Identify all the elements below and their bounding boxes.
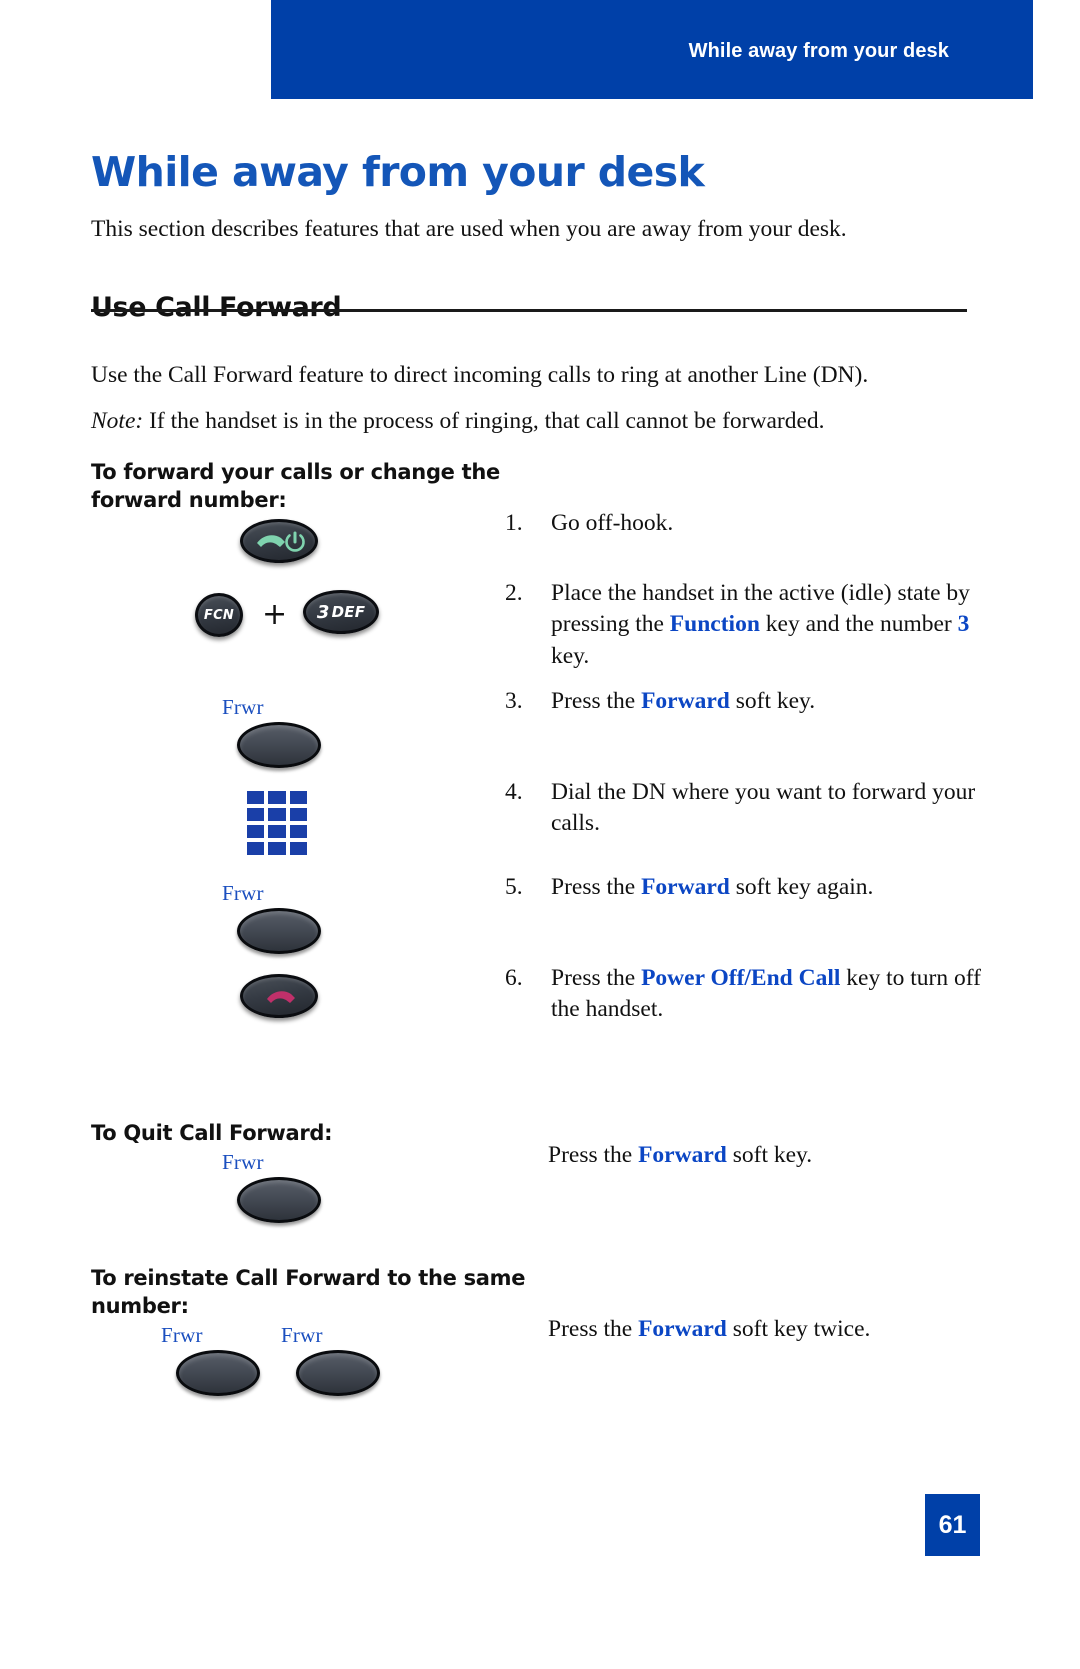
keypad-cell	[289, 842, 307, 855]
emphasis-text: Function	[669, 611, 760, 638]
plain-text: soft key twice.	[726, 1316, 871, 1342]
soft-key-icon-reinstate-second	[296, 1350, 380, 1396]
section-paragraph: Use the Call Forward feature to direct i…	[91, 361, 869, 388]
page-number: 61	[938, 1510, 967, 1539]
def-key-number: 3	[316, 601, 330, 623]
emphasis-text: Forward	[638, 1142, 727, 1168]
def-key-letters: DEF	[331, 603, 366, 621]
keypad-cell	[289, 808, 307, 821]
keypad-cell	[247, 791, 265, 804]
step-number: 6.	[505, 965, 523, 991]
soft-key-icon-reinstate-first	[176, 1350, 260, 1396]
dial-keypad-icon	[247, 791, 307, 855]
power-off-end-call-key-icon	[240, 974, 318, 1018]
step-item: 5. Press the Forward soft key again.	[505, 872, 983, 903]
plain-text: soft key again.	[729, 874, 874, 900]
plain-text: Go off-hook.	[551, 510, 674, 536]
step-text: Place the handset in the active (idle) s…	[551, 578, 983, 672]
function-key-icon: FCN	[195, 593, 243, 637]
plain-text: Press the	[548, 1142, 639, 1168]
keypad-cell	[268, 808, 286, 821]
soft-key-icon-step5	[237, 908, 321, 954]
step-number: 1.	[505, 510, 523, 536]
step-text: Press the Forward soft key again.	[551, 872, 983, 903]
step-number: 4.	[505, 779, 523, 805]
section-heading-use-call-forward: Use Call Forward	[91, 292, 342, 324]
keypad-cell	[289, 825, 307, 838]
subheading-reinstate-call-forward: To reinstate Call Forward to the same nu…	[91, 1266, 526, 1319]
page-number-badge: 61	[925, 1494, 980, 1556]
function-key-label: FCN	[203, 607, 235, 623]
step-item: 3. Press the Forward soft key.	[505, 686, 983, 717]
step-text: Go off-hook.	[551, 508, 983, 539]
subheading-forward-calls: To forward your calls or change the forw…	[91, 460, 500, 513]
plain-text: Press the	[551, 688, 642, 714]
step-item: 6. Press the Power Off/End Call key to t…	[505, 963, 983, 1026]
step-number: 2.	[505, 580, 523, 606]
subheading-quit-call-forward: To Quit Call Forward:	[91, 1121, 333, 1145]
note-label: Note:	[91, 407, 144, 434]
plain-text: soft key.	[726, 1142, 813, 1168]
note-text: If the handset is in the process of ring…	[143, 407, 825, 434]
step-item: 1. Go off-hook.	[505, 508, 983, 539]
step-number: 3.	[505, 688, 523, 714]
reinstate-instruction: Press the Forward soft key twice.	[548, 1314, 998, 1345]
plain-text: Press the	[548, 1316, 639, 1342]
keypad-cell	[268, 825, 286, 838]
softkey-label-reinstate-second: Frwr	[281, 1323, 323, 1347]
def-key-caption: 3 DEF	[306, 593, 376, 631]
softkey-label-step5: Frwr	[222, 881, 264, 905]
step-text: Press the Forward soft key.	[551, 686, 983, 717]
emphasis-text: Power Off/End Call	[641, 965, 841, 991]
note-paragraph: Note: If the handset is in the process o…	[91, 406, 981, 437]
plain-text: key and the number	[759, 611, 958, 638]
emphasis-text: Forward	[641, 688, 730, 714]
softkey-label-quit: Frwr	[222, 1150, 264, 1174]
step-number: 5.	[505, 874, 523, 900]
keypad-cell	[289, 791, 307, 804]
soft-key-icon-quit	[237, 1177, 321, 1223]
emphasis-text: Forward	[641, 874, 730, 900]
plain-text: Dial the DN where you want to forward yo…	[551, 779, 976, 837]
emphasis-text: 3	[957, 611, 970, 638]
step-item: 2. Place the handset in the active (idle…	[505, 578, 983, 672]
quit-instruction: Press the Forward soft key.	[548, 1140, 998, 1171]
section-divider	[91, 309, 967, 312]
plain-text: Press the	[551, 965, 642, 991]
keypad-cell	[268, 842, 286, 855]
number-3-def-key-icon: 3 DEF	[303, 590, 379, 634]
softkey-label-step3: Frwr	[222, 695, 264, 719]
soft-key-icon-step3	[237, 722, 321, 768]
page-title: While away from your desk	[91, 148, 705, 197]
plain-text: soft key.	[729, 688, 816, 714]
keypad-cell	[247, 808, 265, 821]
keypad-cell	[268, 791, 286, 804]
page-content: While away from your desk This section d…	[0, 0, 1080, 1669]
off-hook-key-icon	[240, 519, 318, 563]
emphasis-text: Forward	[638, 1316, 727, 1342]
intro-paragraph: This section describes features that are…	[91, 215, 847, 242]
step-text: Press the Power Off/End Call key to turn…	[551, 963, 983, 1026]
softkey-label-reinstate-first: Frwr	[161, 1323, 203, 1347]
step-item: 4. Dial the DN where you want to forward…	[505, 777, 983, 840]
step-text: Dial the DN where you want to forward yo…	[551, 777, 983, 840]
plain-text: key.	[551, 642, 590, 669]
plus-symbol: +	[262, 597, 288, 632]
keypad-cell	[247, 825, 265, 838]
keypad-cell	[247, 842, 265, 855]
plain-text: Press the	[551, 874, 642, 900]
